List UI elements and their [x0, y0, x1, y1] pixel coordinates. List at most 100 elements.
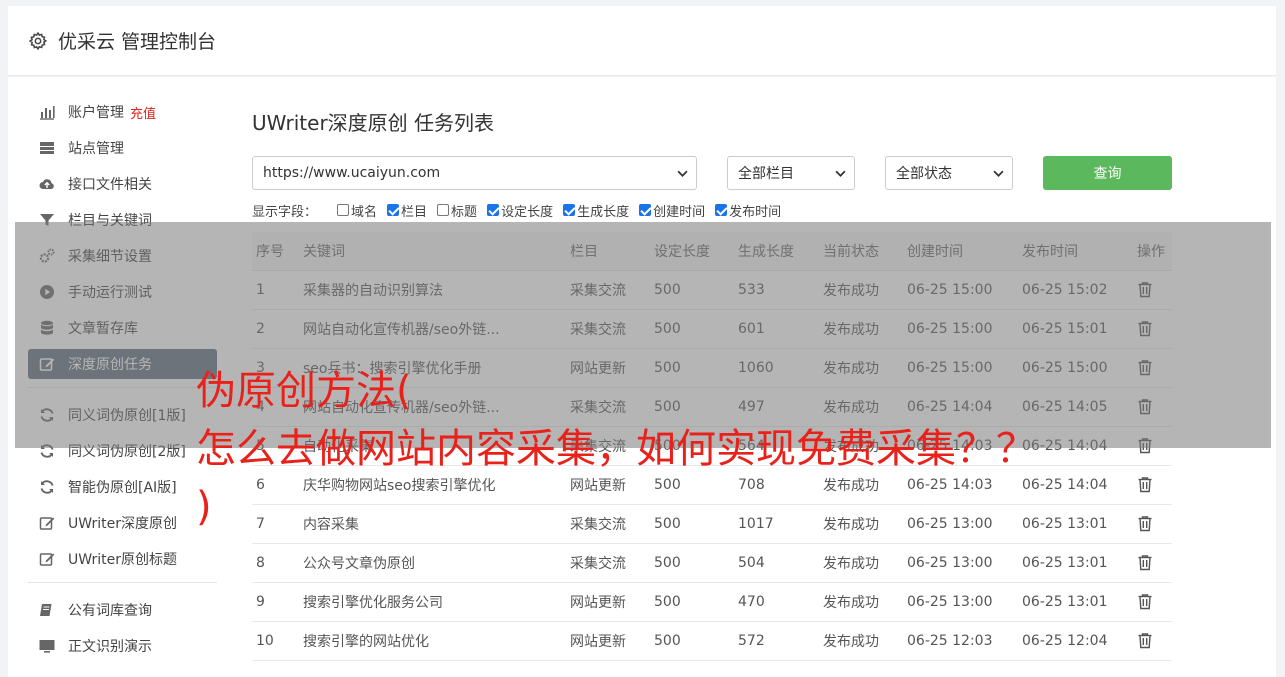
sidebar-item[interactable]: 手动运行测试 — [28, 277, 217, 307]
table-cell: 发布成功 — [819, 504, 903, 544]
sidebar-item-label: UWriter原创标题 — [68, 552, 177, 568]
sidebar-item-label: 栏目与关键词 — [68, 213, 152, 229]
status-select[interactable]: 全部状态 — [885, 156, 1013, 190]
sidebar-item[interactable]: 采集细节设置 — [28, 241, 217, 271]
table-cell: 500 — [650, 543, 734, 583]
trash-icon[interactable] — [1137, 554, 1171, 571]
table-cell: 公众号文章伪原创 — [299, 543, 566, 583]
table-cell: 3 — [252, 348, 299, 388]
table-cell: 网站自动化宣传机器/seo外链... — [299, 387, 566, 427]
table-row[interactable]: 5 自动化采集 采集交流 500 564 发布成功 06-25 14:03 06-25 14:… — [252, 426, 1172, 466]
edit-icon — [38, 550, 68, 568]
task-table: 序号 关键词 栏目 设定长度 生成长度 当前状态 创建时间 发布时间 操作 1 采集器的自动识别算… — [252, 232, 1172, 661]
table-cell: 发布成功 — [819, 309, 903, 349]
sidebar-item-label: 同义词伪原创[1版] — [68, 408, 186, 424]
site-url-value: https://www.ucaiyun.com — [263, 165, 441, 181]
sidebar-item-label: 智能伪原创[AI版] — [68, 480, 177, 496]
display-field-option[interactable]: 域名 — [337, 201, 377, 220]
main-panel: 账户管理 充值 站点管理接口文件相关栏目与关键词 采集细节设置手动运行测试 文章暂存库深… — [8, 77, 1276, 677]
status-select-value: 全部状态 — [896, 166, 952, 182]
chevron-down-icon — [677, 170, 688, 177]
query-button[interactable]: 查询 — [1043, 156, 1172, 190]
table-row[interactable]: 1 采集器的自动识别算法 采集交流 500 533 发布成功 06-25 15:00 06-2… — [252, 270, 1172, 310]
action-cell — [1133, 387, 1172, 427]
display-field-option[interactable]: 栏目 — [387, 201, 427, 220]
column-select-value: 全部栏目 — [738, 166, 794, 182]
site-url-select[interactable]: https://www.ucaiyun.com — [252, 156, 697, 190]
display-field-option[interactable]: 生成长度 — [563, 201, 629, 220]
table-row[interactable]: 4 网站自动化宣传机器/seo外链... 采集交流 500 497 发布成功 06-25 1… — [252, 387, 1172, 427]
table-cell: 572 — [734, 621, 819, 661]
table-row[interactable]: 6 庆华购物网站seo搜索引擎优化 网站更新 500 708 发布成功 06-25 14:0… — [252, 465, 1172, 505]
sidebar-item[interactable]: 账户管理 充值 — [28, 97, 217, 127]
trash-icon[interactable] — [1137, 281, 1171, 298]
display-field-option[interactable]: 标题 — [437, 201, 477, 220]
trash-icon[interactable] — [1137, 515, 1171, 532]
field-checkbox[interactable] — [563, 204, 576, 216]
refresh-icon — [38, 478, 68, 496]
table-cell: 1060 — [734, 348, 819, 388]
table-cell: 发布成功 — [819, 621, 903, 661]
table-cell: 06-25 14:04 — [903, 387, 1018, 427]
sidebar-item-label: 同义词伪原创[2版] — [68, 444, 186, 460]
column-header: 栏目 — [566, 232, 650, 271]
filter-row: https://www.ucaiyun.com 全部栏目 全部状态 查询 — [252, 156, 1172, 190]
sidebar-item[interactable]: 同义词伪原创[1版] — [28, 400, 217, 430]
field-checkbox[interactable] — [337, 204, 350, 216]
trash-icon[interactable] — [1137, 398, 1171, 415]
table-cell: 发布成功 — [819, 387, 903, 427]
display-field-option[interactable]: 设定长度 — [487, 201, 553, 220]
table-cell: 500 — [650, 504, 734, 544]
sidebar-item[interactable]: UWriter深度原创 — [28, 508, 217, 538]
field-checkbox[interactable] — [437, 204, 450, 216]
sidebar-item[interactable]: 站点管理 — [28, 133, 217, 163]
field-checkbox[interactable] — [487, 204, 500, 216]
sidebar-item[interactable]: 正文识别演示 — [28, 631, 217, 661]
display-fields-row: 显示字段： 域名 栏目 标题 设定长度 生成长度 创建时间 发布时间 — [252, 201, 791, 220]
trash-icon[interactable] — [1137, 359, 1171, 376]
table-cell: 470 — [734, 582, 819, 622]
table-row[interactable]: 10 搜索引擎的网站优化 网站更新 500 572 发布成功 06-25 12:03 06-2… — [252, 621, 1172, 661]
table-row[interactable]: 8 公众号文章伪原创 采集交流 500 504 发布成功 06-25 13:00 06-25 … — [252, 543, 1172, 583]
sidebar-item[interactable]: 接口文件相关 — [28, 169, 217, 199]
sidebar-item[interactable]: 栏目与关键词 — [28, 205, 217, 235]
sidebar-item-label: 深度原创任务 — [68, 357, 152, 373]
column-header: 创建时间 — [903, 232, 1018, 271]
page-title: UWriter深度原创 任务列表 — [252, 111, 495, 135]
column-header: 生成长度 — [734, 232, 819, 271]
display-field-option[interactable]: 创建时间 — [639, 201, 705, 220]
sidebar-item[interactable]: UWriter原创标题 — [28, 544, 217, 574]
table-row[interactable]: 9 搜索引擎优化服务公司 网站更新 500 470 发布成功 06-25 13:00 06-2… — [252, 582, 1172, 622]
trash-icon[interactable] — [1137, 593, 1171, 610]
field-checkbox[interactable] — [387, 204, 400, 216]
table-cell: 采集交流 — [566, 504, 650, 544]
field-checkbox[interactable] — [715, 204, 728, 216]
column-header: 操作 — [1133, 232, 1172, 271]
table-row[interactable]: 7 内容采集 采集交流 500 1017 发布成功 06-25 13:00 06-25 13:… — [252, 504, 1172, 544]
table-cell: 504 — [734, 543, 819, 583]
table-cell: 06-25 12:03 — [903, 621, 1018, 661]
recharge-link[interactable]: 充值 — [130, 103, 156, 122]
trash-icon[interactable] — [1137, 320, 1171, 337]
column-header: 序号 — [252, 232, 299, 271]
trash-icon[interactable] — [1137, 437, 1171, 454]
sidebar-item-label: 采集细节设置 — [68, 249, 152, 265]
table-cell: 发布成功 — [819, 270, 903, 310]
table-header-row: 序号 关键词 栏目 设定长度 生成长度 当前状态 创建时间 发布时间 操作 — [252, 232, 1172, 271]
sidebar-item[interactable]: 文章暂存库 — [28, 313, 217, 343]
field-checkbox-label: 域名 — [351, 204, 378, 220]
sidebar-item[interactable]: 同义词伪原创[2版] — [28, 436, 217, 466]
sidebar-item[interactable]: 公有词库查询 — [28, 595, 217, 625]
field-checkbox[interactable] — [639, 204, 652, 216]
display-field-option[interactable]: 发布时间 — [715, 201, 781, 220]
table-row[interactable]: 3 seo兵书：搜索引擎优化手册 网站更新 500 1060 发布成功 06-25 15:0… — [252, 348, 1172, 388]
sidebar-item[interactable]: 深度原创任务 — [28, 349, 217, 379]
trash-icon[interactable] — [1137, 476, 1171, 493]
table-cell: 06-25 15:00 — [903, 309, 1018, 349]
app-title: 优采云 管理控制台 — [58, 31, 217, 53]
column-select[interactable]: 全部栏目 — [727, 156, 855, 190]
sidebar-item[interactable]: 智能伪原创[AI版] — [28, 472, 217, 502]
trash-icon[interactable] — [1137, 632, 1171, 649]
table-row[interactable]: 2 网站自动化宣传机器/seo外链... 采集交流 500 601 发布成功 06-25 1… — [252, 309, 1172, 349]
table-cell: 06-25 13:00 — [903, 582, 1018, 622]
